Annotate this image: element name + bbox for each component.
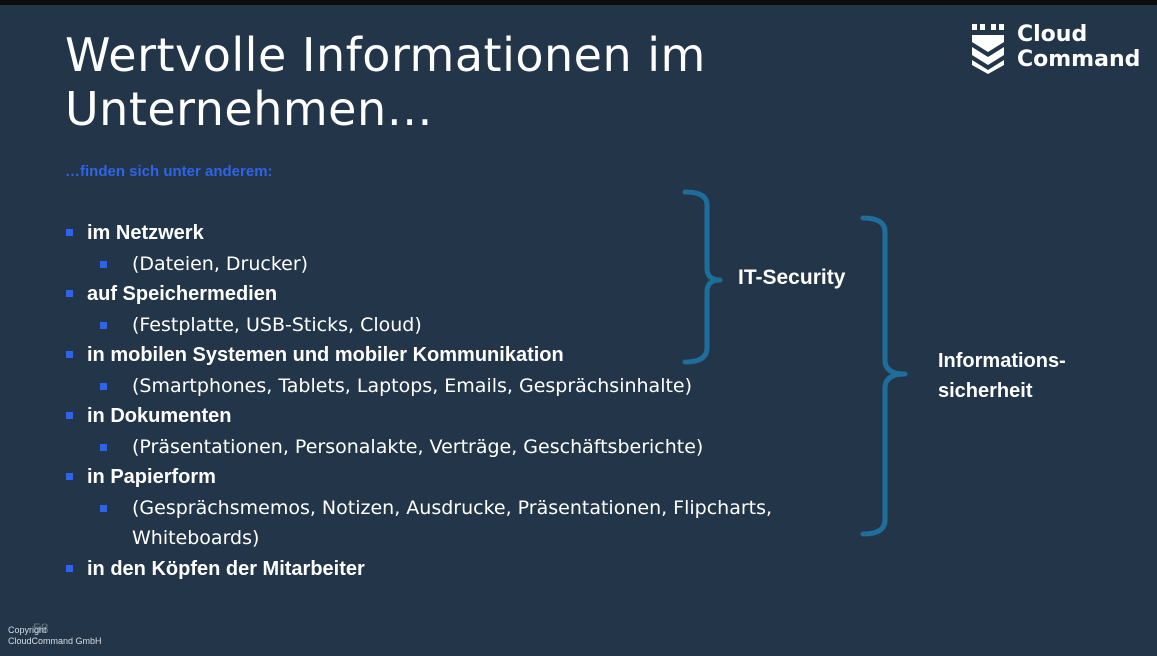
informationssicherheit-label: Informations- sicherheit bbox=[938, 346, 1118, 406]
bracket-graphics bbox=[682, 189, 908, 537]
footer-line-2: CloudCommand GmbH bbox=[8, 636, 102, 646]
info-label-line-2: sicherheit bbox=[938, 380, 1033, 402]
info-label-line-1: Informations- bbox=[938, 350, 1066, 372]
infosec-bracket bbox=[860, 215, 908, 537]
it-security-label: IT-Security bbox=[738, 266, 846, 289]
it-security-bracket bbox=[682, 189, 723, 365]
copyright-footer: Copyright CloudCommand GmbH bbox=[8, 625, 102, 647]
footer-line-1: Copyright bbox=[8, 625, 47, 635]
